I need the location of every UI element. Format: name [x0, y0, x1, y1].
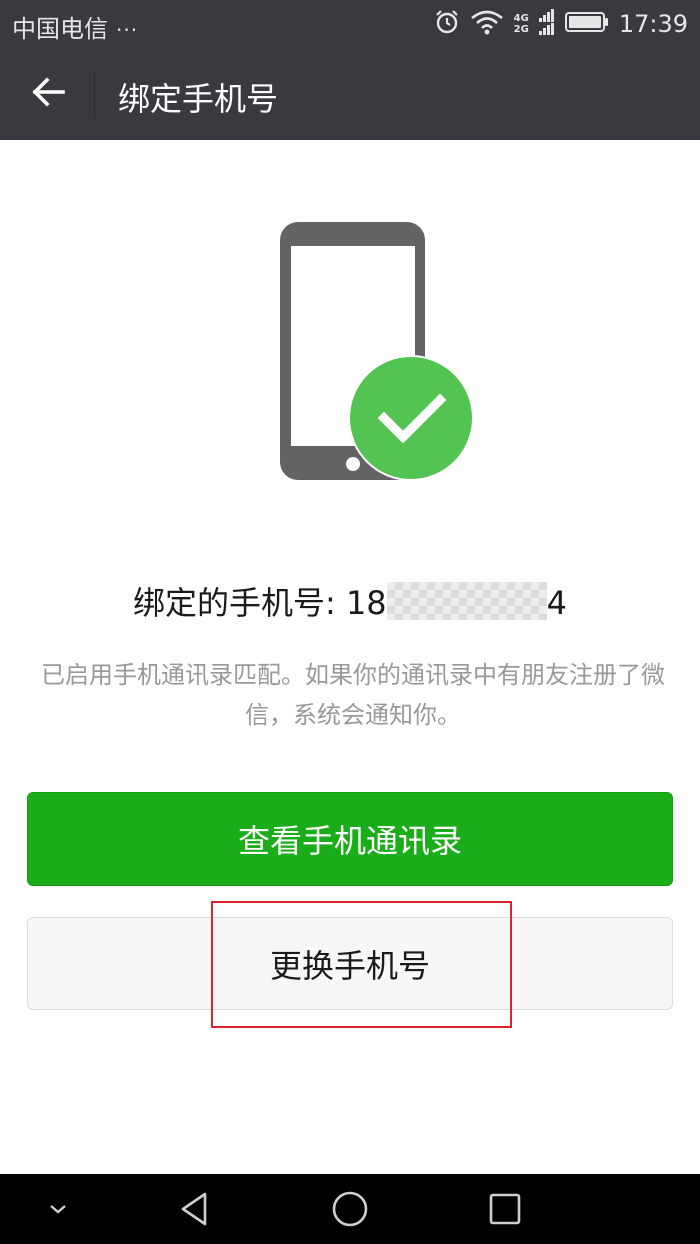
phone-suffix: 4	[546, 584, 568, 622]
smartphone-icon	[280, 222, 474, 481]
more-notifications: ···	[116, 18, 139, 42]
checkmark-circle-icon	[350, 357, 472, 479]
header-divider	[94, 70, 95, 118]
battery-icon	[564, 11, 609, 37]
nav-collapse-button[interactable]	[18, 1174, 98, 1244]
status-bar: 中国电信 ··· 4G 2G 17:39	[0, 0, 700, 48]
phone-prefix: 18	[345, 584, 387, 622]
network-type-label: 4G 2G	[514, 13, 529, 35]
view-contacts-label: 查看手机通讯录	[237, 822, 462, 860]
arrow-left-icon	[31, 77, 65, 111]
alarm-icon	[434, 9, 460, 39]
signal-icon	[538, 8, 555, 40]
nav-recents-button[interactable]	[465, 1174, 545, 1244]
carrier-name: 中国电信	[12, 15, 108, 43]
system-nav-bar	[0, 1174, 700, 1244]
recents-square-icon	[489, 1193, 521, 1225]
wifi-icon	[470, 9, 504, 39]
back-button[interactable]	[18, 68, 78, 120]
app-header: 绑定手机号	[0, 48, 700, 140]
change-number-label: 更换手机号	[269, 946, 430, 985]
status-right: 4G 2G 17:39	[434, 6, 688, 42]
phone-mask	[386, 582, 547, 620]
network-2g: 2G	[513, 24, 529, 35]
chevron-down-icon	[50, 1205, 66, 1214]
page-title: 绑定手机号	[118, 80, 279, 118]
bound-phone-row: 绑定的手机号: 18 4	[0, 578, 700, 624]
bound-phone-illustration	[270, 218, 480, 488]
nav-back-button[interactable]	[155, 1174, 235, 1244]
bound-phone-label: 绑定的手机号:	[132, 584, 336, 622]
status-time: 17:39	[618, 10, 688, 38]
change-number-button[interactable]: 更换手机号	[27, 917, 673, 1010]
contacts-match-description: 已启用手机通讯录匹配。如果你的通讯录中有朋友注册了微信，系统会通知你。	[41, 661, 665, 729]
back-triangle-icon	[181, 1192, 207, 1226]
status-left: 中国电信 ···	[12, 9, 138, 44]
network-4g: 4G	[513, 13, 529, 24]
home-circle-icon	[332, 1191, 368, 1227]
nav-home-button[interactable]	[310, 1174, 390, 1244]
view-contacts-button[interactable]: 查看手机通讯录	[27, 792, 673, 886]
